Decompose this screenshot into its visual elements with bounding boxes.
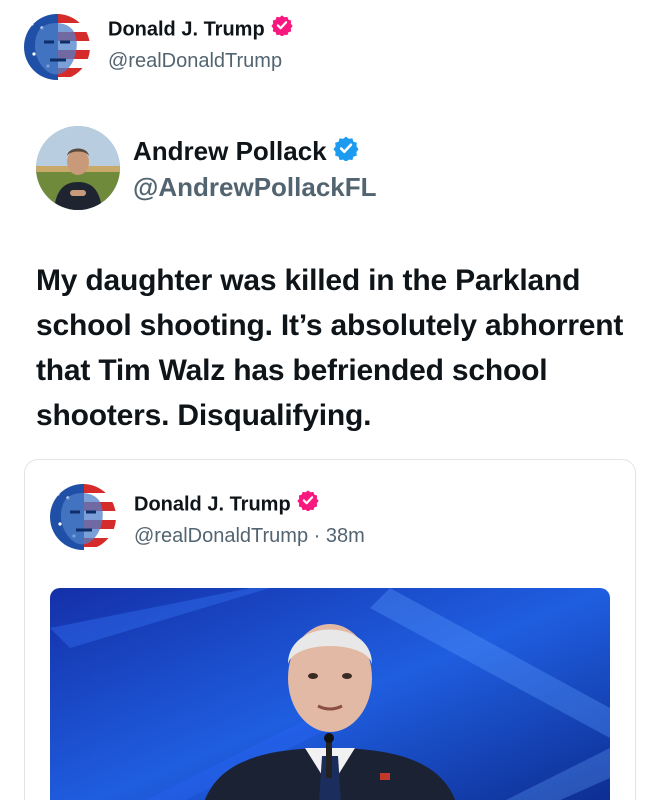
author-name-text[interactable]: Andrew Pollack — [133, 136, 327, 166]
profile-handle[interactable]: @realDonaldTrump — [108, 50, 282, 73]
quoted-author-name[interactable]: Donald J. Trump — [134, 489, 319, 519]
author-handle[interactable]: @AndrewPollackFL — [133, 172, 377, 203]
post-text: My daughter was killed in the Parkland s… — [36, 264, 624, 432]
verified-badge-icon — [333, 135, 359, 168]
quoted-author-handle-time[interactable]: @realDonaldTrump · 38m — [134, 525, 365, 548]
verified-badge-icon — [271, 14, 293, 42]
profile-name[interactable]: Donald J. Trump — [108, 14, 293, 44]
author-name[interactable]: Andrew Pollack — [133, 136, 359, 170]
post-media-image[interactable] — [50, 588, 610, 800]
profile-avatar[interactable] — [24, 14, 90, 80]
verified-badge-icon — [297, 489, 319, 517]
quoted-author-name-text[interactable]: Donald J. Trump — [134, 493, 291, 515]
author-avatar[interactable] — [36, 126, 120, 210]
profile-name-text[interactable]: Donald J. Trump — [108, 18, 265, 40]
quoted-author-avatar[interactable] — [50, 484, 116, 550]
